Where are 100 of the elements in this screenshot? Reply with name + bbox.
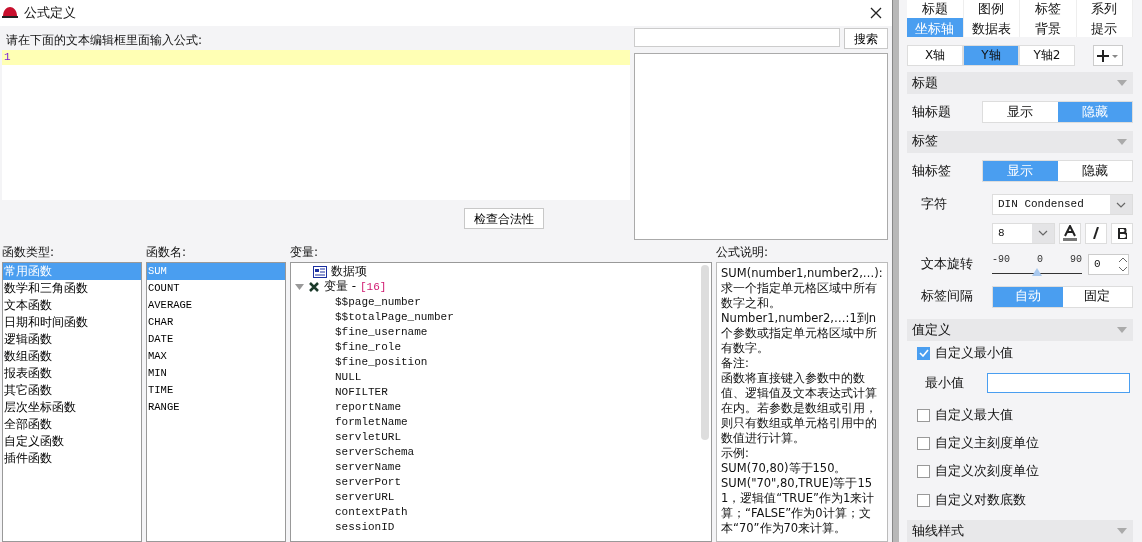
list-item[interactable]: 插件函数 xyxy=(3,450,141,467)
search-button[interactable]: 搜索 xyxy=(844,28,888,49)
section-header[interactable]: 值定义 xyxy=(907,319,1133,341)
list-item[interactable]: 其它函数 xyxy=(3,382,141,399)
close-icon[interactable] xyxy=(870,7,882,19)
list-item[interactable]: 数学和三角函数 xyxy=(3,280,141,297)
font-color-button[interactable] xyxy=(1059,222,1081,244)
tree-item[interactable]: $fine_username xyxy=(335,325,428,338)
expanded-triangle-icon[interactable] xyxy=(295,283,304,290)
section-header[interactable]: 标题 xyxy=(907,72,1133,94)
list-item[interactable]: TIME xyxy=(147,382,285,399)
tree-node-label[interactable]: 数据项 xyxy=(331,263,367,280)
tree-item[interactable]: formletName xyxy=(335,415,408,428)
list-item[interactable]: 报表函数 xyxy=(3,365,141,382)
tree-item[interactable]: reportName xyxy=(335,400,401,413)
checkbox-label: 自定义次刻度单位 xyxy=(935,463,1039,481)
italic-icon xyxy=(1092,227,1100,240)
column-label: 公式说明: xyxy=(716,244,770,261)
section-title: 轴线样式 xyxy=(912,522,964,540)
description-text: 备注: xyxy=(721,356,750,371)
search-field[interactable] xyxy=(634,28,840,47)
list-item[interactable]: CHAR xyxy=(147,314,285,331)
rotation-spinner[interactable]: 0 xyxy=(1088,253,1129,275)
column-label: 变量: xyxy=(290,244,320,261)
panel-tab[interactable]: 标签 xyxy=(1020,0,1077,18)
checkbox[interactable] xyxy=(917,346,930,360)
section-header[interactable]: 轴线样式 xyxy=(907,520,1133,542)
list-item[interactable]: 逻辑函数 xyxy=(3,331,141,348)
slider-tick-label: -90 xyxy=(992,254,1010,266)
tree-item[interactable]: NULL xyxy=(335,370,362,383)
section-title: 标题 xyxy=(912,74,938,92)
tree-node-label[interactable]: 变量 - [16] xyxy=(324,278,387,295)
field-label: 字符 xyxy=(921,196,948,214)
checkbox-label: 自定义对数底数 xyxy=(935,491,1026,509)
collapse-triangle-icon[interactable] xyxy=(1117,138,1127,145)
axis-tab[interactable]: Y轴 xyxy=(963,45,1019,67)
bold-button[interactable] xyxy=(1111,222,1133,244)
field-label: 最小值 xyxy=(925,374,965,392)
size-select[interactable]: 8 xyxy=(992,222,1055,244)
italic-button[interactable] xyxy=(1085,222,1107,244)
column-label: 函数类型: xyxy=(2,244,56,261)
checkbox[interactable] xyxy=(917,493,930,507)
tree-item[interactable]: NOFILTER xyxy=(335,385,388,398)
axis-tab[interactable]: X轴 xyxy=(907,45,963,67)
plus-icon xyxy=(1097,49,1119,62)
slider-tick-label: 90 xyxy=(1069,254,1082,266)
tree-item[interactable]: serverURL xyxy=(335,490,395,503)
tree-item[interactable]: $fine_role xyxy=(335,340,401,353)
list-item[interactable]: 数组函数 xyxy=(3,348,141,365)
scrollbar[interactable] xyxy=(701,265,709,440)
list-item[interactable]: 全部函数 xyxy=(3,416,141,433)
tree-item[interactable]: sessionID xyxy=(335,520,395,533)
tree-item[interactable]: $fine_position xyxy=(335,355,428,368)
panel-tab[interactable]: 提示 xyxy=(1076,18,1133,38)
panel-tab[interactable]: 系列 xyxy=(1076,0,1133,18)
section-header[interactable]: 标签 xyxy=(907,131,1133,153)
checkbox[interactable] xyxy=(917,465,930,479)
slider-thumb[interactable] xyxy=(1032,268,1042,277)
font-color-icon xyxy=(1063,225,1077,242)
check-icon xyxy=(918,349,929,358)
tree-item[interactable]: contextPath xyxy=(335,505,408,518)
list-item[interactable]: 自定义函数 xyxy=(3,433,141,450)
list-item[interactable]: DATE xyxy=(147,331,285,348)
list-icon xyxy=(313,265,327,278)
list-item[interactable]: AVERAGE xyxy=(147,297,285,314)
panel-tab[interactable]: 标题 xyxy=(907,0,964,18)
tree-item[interactable]: serverSchema xyxy=(335,445,415,458)
add-button[interactable] xyxy=(1093,45,1123,67)
list-item[interactable]: MAX xyxy=(147,348,285,365)
collapse-triangle-icon[interactable] xyxy=(1117,528,1127,535)
collapse-triangle-icon[interactable] xyxy=(1117,327,1127,334)
panel-tab[interactable]: 背景 xyxy=(1020,18,1077,38)
check-validity-button[interactable]: 检查合法性 xyxy=(464,208,544,229)
tree-item[interactable]: $$page_number xyxy=(335,295,421,308)
tree-item[interactable]: servletURL xyxy=(335,430,401,443)
checkbox-label: 自定义最大值 xyxy=(935,406,1013,424)
checkbox[interactable] xyxy=(917,408,930,422)
panel-tab[interactable]: 数据表 xyxy=(963,18,1020,38)
tree-item[interactable]: serverName xyxy=(335,460,401,473)
axis-tab[interactable]: Y轴2 xyxy=(1019,45,1075,67)
list-item[interactable]: 日期和时间函数 xyxy=(3,314,141,331)
list-item[interactable]: RANGE xyxy=(147,399,285,416)
description-text: SUM("70",80,TRUE)等于151，逻辑值“TRUE”作为1来计算；“FALSE”作为0计算；文本“70”作为70来计算。 xyxy=(721,476,876,536)
column-label: 函数名: xyxy=(146,244,188,261)
scrollbar[interactable] xyxy=(892,0,899,542)
field-label: 文本旋转 xyxy=(921,255,974,273)
list-item[interactable]: COUNT xyxy=(147,280,285,297)
list-item[interactable]: 层次坐标函数 xyxy=(3,399,141,416)
min-value-field[interactable] xyxy=(987,373,1130,394)
formula-editor[interactable]: 1 xyxy=(2,50,630,200)
checkbox[interactable] xyxy=(917,436,930,450)
collapse-triangle-icon[interactable] xyxy=(1117,80,1127,87)
tree-item[interactable]: $$totalPage_number xyxy=(335,310,454,323)
font-select[interactable]: DIN Condensed xyxy=(992,194,1133,216)
list-item[interactable]: MIN xyxy=(147,365,285,382)
list-item[interactable]: 文本函数 xyxy=(3,297,141,314)
slider-tick-label: 0 xyxy=(1037,254,1043,266)
tree-item[interactable]: serverPort xyxy=(335,475,401,488)
section-title: 标签 xyxy=(912,133,938,151)
panel-tab[interactable]: 图例 xyxy=(963,0,1020,18)
